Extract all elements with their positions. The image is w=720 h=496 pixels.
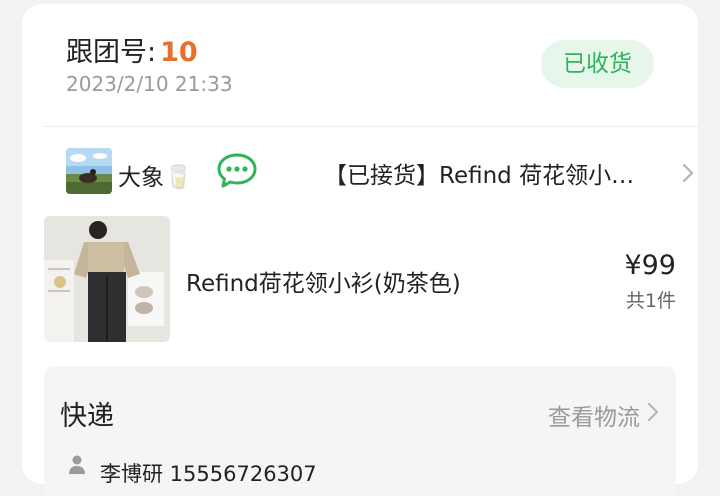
product-image[interactable] — [44, 216, 170, 342]
shipping-title: 快递 — [60, 401, 114, 432]
recipient-info: 李博研 15556726307 — [100, 462, 317, 486]
follow-number-value: 10 — [160, 37, 198, 68]
chevron-right-icon[interactable] — [680, 162, 696, 184]
seller-name[interactable]: 大象🥛 — [118, 158, 193, 192]
order-card: 跟团号: 10 2023/2/10 21:33 已收货 大象🥛 【已接货】Ref… — [22, 4, 698, 496]
divider — [44, 126, 698, 127]
seller-row[interactable]: 大象🥛 【已接货】Refind 荷花领小… — [44, 144, 694, 204]
chevron-right-icon[interactable] — [646, 402, 660, 422]
status-badge[interactable]: 已收货 — [541, 40, 654, 88]
order-title[interactable]: 【已接货】Refind 荷花领小… — [324, 156, 674, 190]
avatar[interactable] — [66, 148, 112, 194]
follow-number: 跟团号: 10 — [66, 30, 198, 69]
chat-bubble-icon[interactable] — [216, 152, 258, 190]
person-icon — [68, 454, 86, 474]
order-header: 跟团号: 10 2023/2/10 21:33 已收货 — [44, 4, 676, 126]
product-price: ¥99 — [624, 250, 676, 281]
order-date: 2023/2/10 21:33 — [66, 72, 233, 96]
shipping-section: 快递 查看物流 李博研 15556726307 — [44, 366, 676, 496]
product-name[interactable]: Refind荷花领小衫(奶茶色) — [186, 264, 461, 298]
product-quantity: 共1件 — [625, 290, 676, 312]
view-logistics-link[interactable]: 查看物流 — [548, 398, 640, 432]
follow-label: 跟团号: — [66, 37, 157, 68]
